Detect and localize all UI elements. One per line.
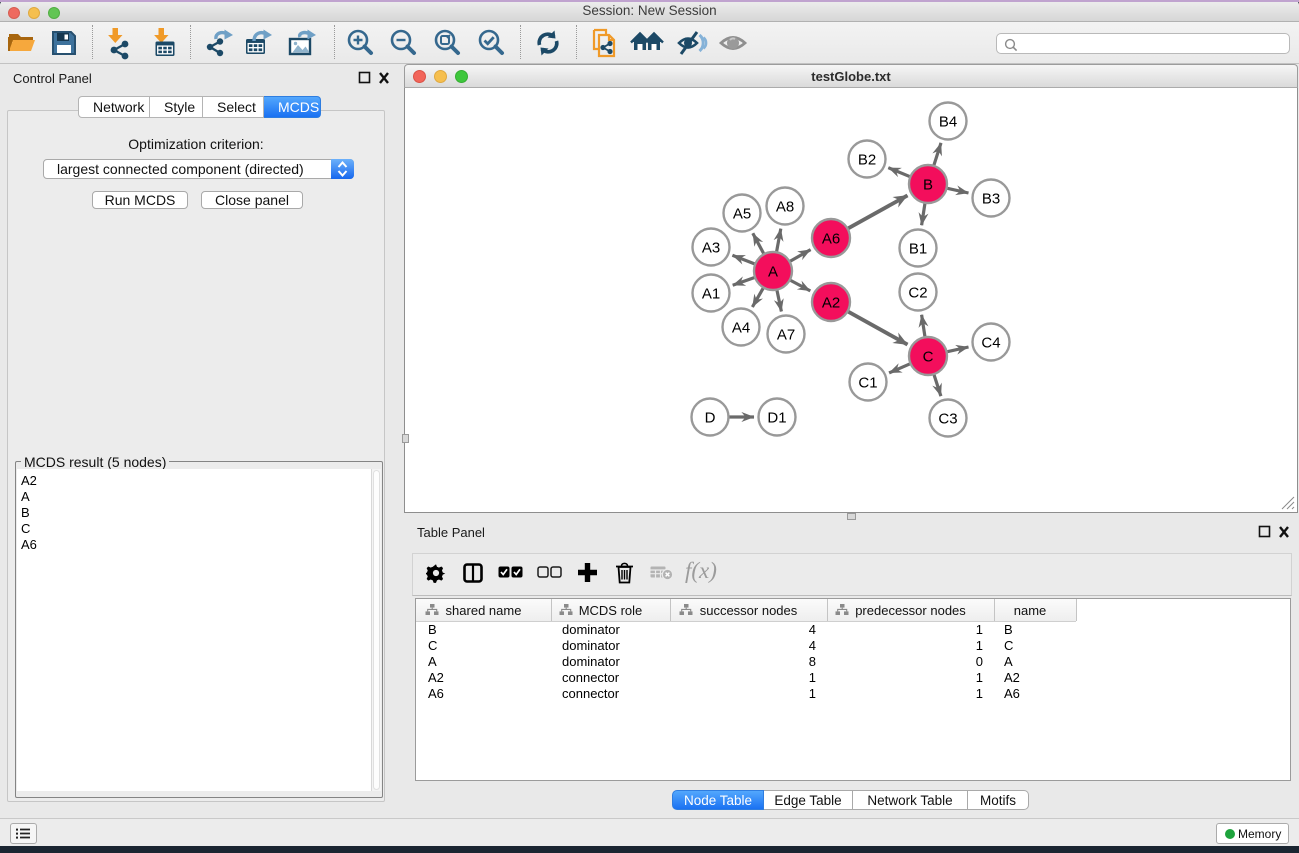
svg-text:D: D bbox=[704, 409, 715, 426]
svg-text:C1: C1 bbox=[858, 374, 877, 391]
svg-text:B4: B4 bbox=[938, 113, 956, 130]
svg-text:A7: A7 bbox=[776, 326, 794, 343]
svg-text:B: B bbox=[922, 176, 932, 193]
svg-text:A2: A2 bbox=[821, 294, 839, 311]
svg-text:B1: B1 bbox=[908, 240, 926, 257]
svg-text:A: A bbox=[767, 263, 777, 280]
svg-text:A1: A1 bbox=[701, 285, 719, 302]
svg-text:C2: C2 bbox=[908, 284, 927, 301]
svg-text:A3: A3 bbox=[701, 239, 719, 256]
svg-text:C4: C4 bbox=[981, 334, 1000, 351]
svg-text:A8: A8 bbox=[775, 198, 793, 215]
svg-text:A4: A4 bbox=[731, 319, 749, 336]
svg-text:B2: B2 bbox=[857, 151, 875, 168]
svg-text:B3: B3 bbox=[981, 190, 999, 207]
svg-text:D1: D1 bbox=[767, 409, 786, 426]
svg-text:C3: C3 bbox=[938, 410, 957, 427]
svg-text:A5: A5 bbox=[732, 205, 750, 222]
svg-text:A6: A6 bbox=[821, 230, 839, 247]
svg-text:C: C bbox=[922, 348, 933, 365]
